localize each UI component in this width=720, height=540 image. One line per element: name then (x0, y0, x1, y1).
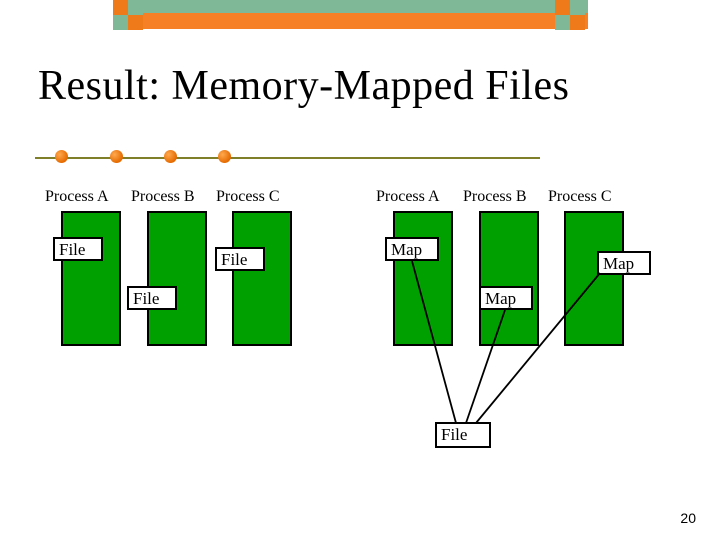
process-box-a-right (393, 211, 453, 346)
process-label-c-right: Process C (548, 188, 612, 206)
map-box-c-right: Map (597, 251, 651, 275)
process-label-c-left: Process C (216, 188, 280, 206)
page-number: 20 (680, 510, 696, 526)
process-label-b-left: Process B (131, 188, 195, 206)
process-box-b-left (147, 211, 207, 346)
process-box-c-right (564, 211, 624, 346)
bullet-bead-icon (164, 150, 177, 163)
file-box-b-left: File (127, 286, 177, 310)
banner-cube-icon (113, 0, 143, 30)
bullet-bead-icon (218, 150, 231, 163)
banner-stripe-green (113, 0, 588, 14)
top-banner (0, 0, 720, 36)
banner-stripe-orange (113, 13, 588, 29)
process-box-c-left (232, 211, 292, 346)
slide-title: Result: Memory-Mapped Files (38, 62, 569, 110)
map-box-b-right: Map (479, 286, 533, 310)
banner-cube-icon (555, 0, 585, 30)
map-box-a-right: Map (385, 237, 439, 261)
file-box-a-left: File (53, 237, 103, 261)
bullet-bead-icon (110, 150, 123, 163)
file-box-c-left: File (215, 247, 265, 271)
process-label-a-left: Process A (45, 188, 109, 206)
bullet-bead-icon (55, 150, 68, 163)
process-label-a-right: Process A (376, 188, 440, 206)
process-box-b-right (479, 211, 539, 346)
process-label-b-right: Process B (463, 188, 527, 206)
shared-file-box: File (435, 422, 491, 448)
process-box-a-left (61, 211, 121, 346)
